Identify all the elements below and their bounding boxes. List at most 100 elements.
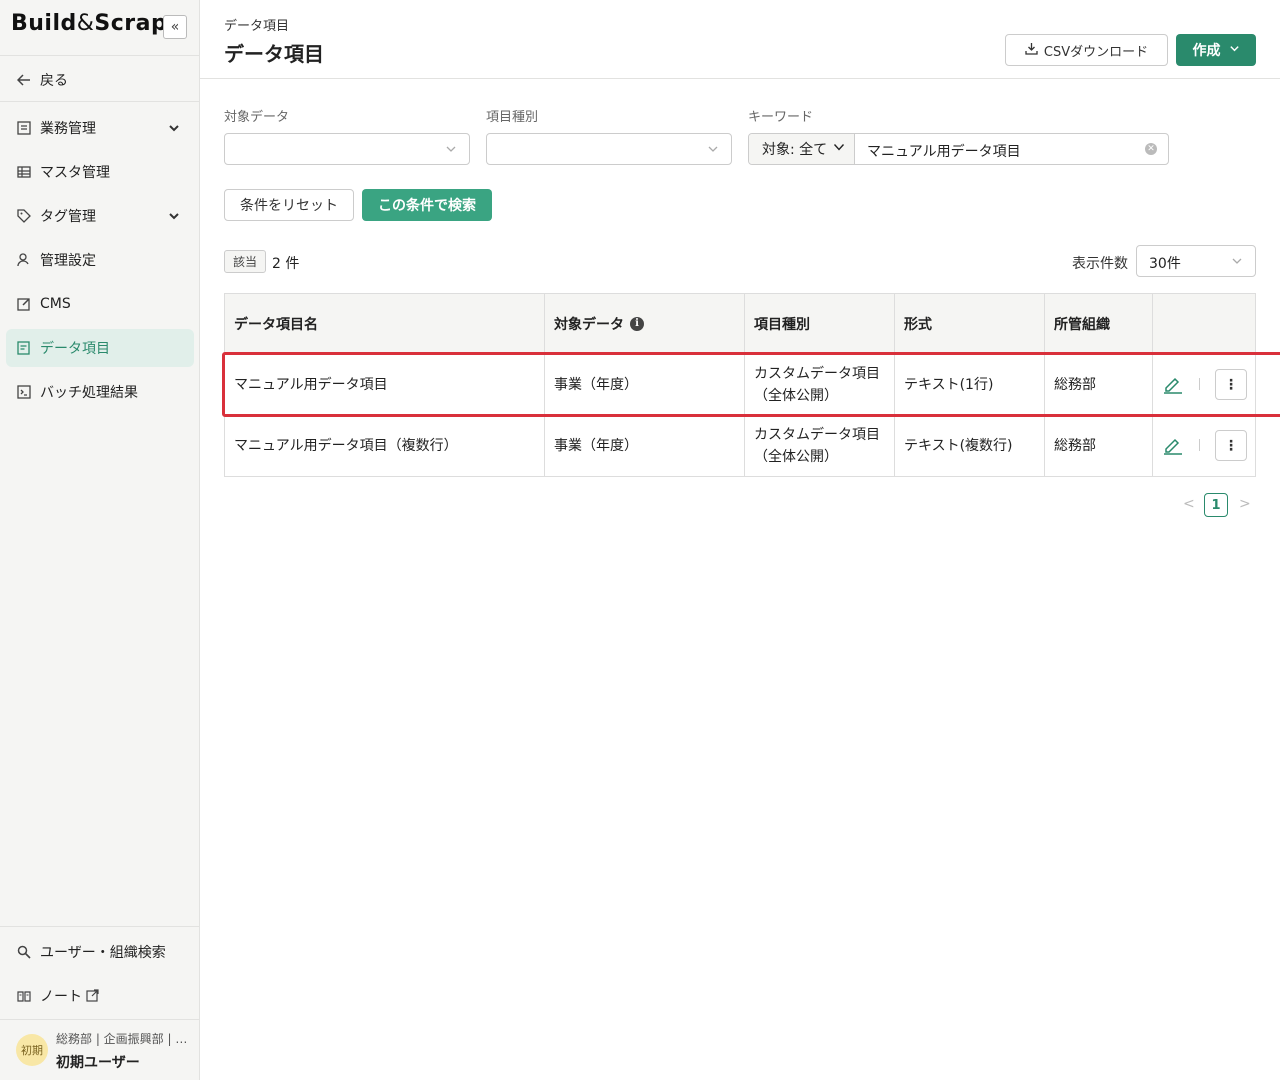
cell-target: 事業（年度） xyxy=(545,415,745,476)
chevron-down-icon xyxy=(707,143,719,155)
sidebar-item-label: CMS xyxy=(40,296,71,312)
tag-icon xyxy=(16,208,32,224)
pagination-next[interactable]: > xyxy=(1239,496,1251,512)
reset-filters-button[interactable]: 条件をリセット xyxy=(224,189,354,221)
row-actions: ⋮ xyxy=(1153,354,1255,415)
column-header-name[interactable]: データ項目名 xyxy=(225,294,545,353)
sidebar-item-label: 業務管理 xyxy=(40,121,96,137)
sidebar-item-cms[interactable]: CMS xyxy=(6,285,194,323)
column-header-label: 対象データ xyxy=(554,316,624,333)
sidebar-item-user-search[interactable]: ユーザー・組織検索 xyxy=(6,933,194,971)
breadcrumb[interactable]: データ項目 xyxy=(224,15,289,34)
pagination-prev[interactable]: < xyxy=(1183,496,1195,512)
document-list-icon xyxy=(16,340,32,356)
terminal-icon xyxy=(16,384,32,400)
page-title: データ項目 xyxy=(224,42,324,66)
vertical-dots-icon: ⋮ xyxy=(1224,437,1238,454)
download-icon xyxy=(1025,42,1038,59)
create-label: 作成 xyxy=(1192,43,1221,59)
keyword-scope-select[interactable]: 対象: 全て xyxy=(749,134,855,164)
cell-org: 総務部 xyxy=(1045,415,1153,476)
csv-download-label: CSVダウンロード xyxy=(1043,44,1149,60)
cell-type-line1: カスタムデータ項目 xyxy=(754,426,880,443)
sidebar-item-label: タグ管理 xyxy=(40,209,96,225)
more-options-button[interactable]: ⋮ xyxy=(1215,430,1247,461)
cell-target: 事業（年度） xyxy=(545,354,745,415)
note-label: ノート xyxy=(40,989,82,1005)
sidebar-item-note[interactable]: ノート xyxy=(6,977,194,1015)
search-icon xyxy=(16,944,32,960)
create-button[interactable]: 作成 xyxy=(1176,34,1256,66)
pagination-page-current[interactable]: 1 xyxy=(1204,493,1228,517)
sidebar-item-business[interactable]: 業務管理 xyxy=(6,109,194,147)
column-header-org[interactable]: 所管組織 xyxy=(1045,294,1153,353)
table-row[interactable]: マニュアル用データ項目（複数行） 事業（年度） カスタムデータ項目 （全体公開）… xyxy=(225,415,1255,476)
user-profile[interactable]: 初期 総務部 | 企画振興部 | … 初期ユーザー xyxy=(0,1019,199,1080)
per-page-label: 表示件数 xyxy=(1072,256,1128,272)
app-logo[interactable]: Build&Scrap xyxy=(11,11,167,36)
cell-name[interactable]: マニュアル用データ項目（複数行） xyxy=(225,415,545,476)
chevron-down-icon xyxy=(1229,42,1240,58)
chevron-down-icon xyxy=(833,141,845,157)
user-name: 初期ユーザー xyxy=(56,1055,140,1071)
pencil-icon[interactable] xyxy=(1163,435,1182,455)
sidebar-item-master[interactable]: マスタ管理 xyxy=(6,153,194,191)
cell-type-line1: カスタムデータ項目 xyxy=(754,365,880,382)
sidebar-item-tags[interactable]: タグ管理 xyxy=(6,197,194,235)
target-data-select[interactable] xyxy=(224,133,470,165)
back-link[interactable]: 戻る xyxy=(0,58,199,102)
csv-download-button[interactable]: CSVダウンロード xyxy=(1005,34,1168,66)
cell-org: 総務部 xyxy=(1045,354,1153,415)
back-nav[interactable]: 戻る xyxy=(6,61,194,99)
row-actions: ⋮ xyxy=(1153,415,1255,476)
table-row[interactable]: マニュアル用データ項目 事業（年度） カスタムデータ項目 （全体公開） テキスト… xyxy=(225,354,1255,415)
more-options-button[interactable]: ⋮ xyxy=(1215,369,1247,400)
per-page-value: 30件 xyxy=(1149,256,1181,272)
clipboard-icon xyxy=(16,120,32,136)
result-badge: 該当 xyxy=(224,250,266,273)
clear-icon[interactable]: ✕ xyxy=(1145,143,1157,155)
column-header-target[interactable]: 対象データ i xyxy=(545,294,745,353)
pencil-icon[interactable] xyxy=(1163,374,1182,394)
keyword-label: キーワード xyxy=(748,110,814,125)
sidebar-item-label: ノート xyxy=(40,986,99,1006)
field-type-select[interactable] xyxy=(486,133,732,165)
logo-area: Build&Scrap « xyxy=(0,0,199,56)
divider xyxy=(1199,378,1200,390)
book-icon xyxy=(16,988,32,1004)
sidebar-item-data-fields[interactable]: データ項目 xyxy=(6,329,194,367)
chevron-down-icon xyxy=(168,210,180,222)
collapse-sidebar-button[interactable]: « xyxy=(163,15,187,39)
sidebar-item-label: マスタ管理 xyxy=(40,165,110,181)
column-header-format[interactable]: 形式 xyxy=(895,294,1045,353)
table-header: データ項目名 対象データ i 項目種別 形式 所管組織 xyxy=(225,294,1255,353)
search-button[interactable]: この条件で検索 xyxy=(362,189,492,221)
sidebar-item-label: バッチ処理結果 xyxy=(40,385,138,401)
vertical-dots-icon: ⋮ xyxy=(1224,376,1238,393)
cell-format: テキスト(1行) xyxy=(895,354,1045,415)
cell-type: カスタムデータ項目 （全体公開） xyxy=(745,354,895,415)
back-label: 戻る xyxy=(40,73,68,89)
per-page-select[interactable]: 30件 xyxy=(1136,245,1256,277)
sidebar-item-batch[interactable]: バッチ処理結果 xyxy=(6,373,194,411)
divider xyxy=(1199,439,1200,451)
user-settings-icon xyxy=(16,252,32,268)
chevron-down-icon xyxy=(1231,255,1243,267)
keyword-input[interactable]: マニュアル用データ項目 xyxy=(867,141,1021,161)
sidebar-item-admin[interactable]: 管理設定 xyxy=(6,241,194,279)
sidebar: Build&Scrap « 戻る 業務管理 マスタ管理 タグ管理 管理設定 CM… xyxy=(0,0,200,1080)
cell-name[interactable]: マニュアル用データ項目 xyxy=(225,354,545,415)
field-type-label: 項目種別 xyxy=(486,110,539,125)
double-chevron-left-icon: « xyxy=(170,19,180,35)
data-fields-table: データ項目名 対象データ i 項目種別 形式 所管組織 マニュアル用データ項目 … xyxy=(224,293,1256,477)
info-icon[interactable]: i xyxy=(630,316,644,331)
avatar: 初期 xyxy=(16,1034,48,1066)
logo-text-main: Build xyxy=(11,11,77,36)
keyword-field: 対象: 全て マニュアル用データ項目 ✕ xyxy=(748,133,1169,165)
sidebar-item-label: ユーザー・組織検索 xyxy=(40,945,166,961)
user-org: 総務部 | 企画振興部 | … xyxy=(56,1032,188,1046)
external-link-icon xyxy=(86,988,99,1006)
cell-type-line2: （全体公開） xyxy=(754,448,838,465)
column-header-type[interactable]: 項目種別 xyxy=(745,294,895,353)
table-icon xyxy=(16,164,32,180)
